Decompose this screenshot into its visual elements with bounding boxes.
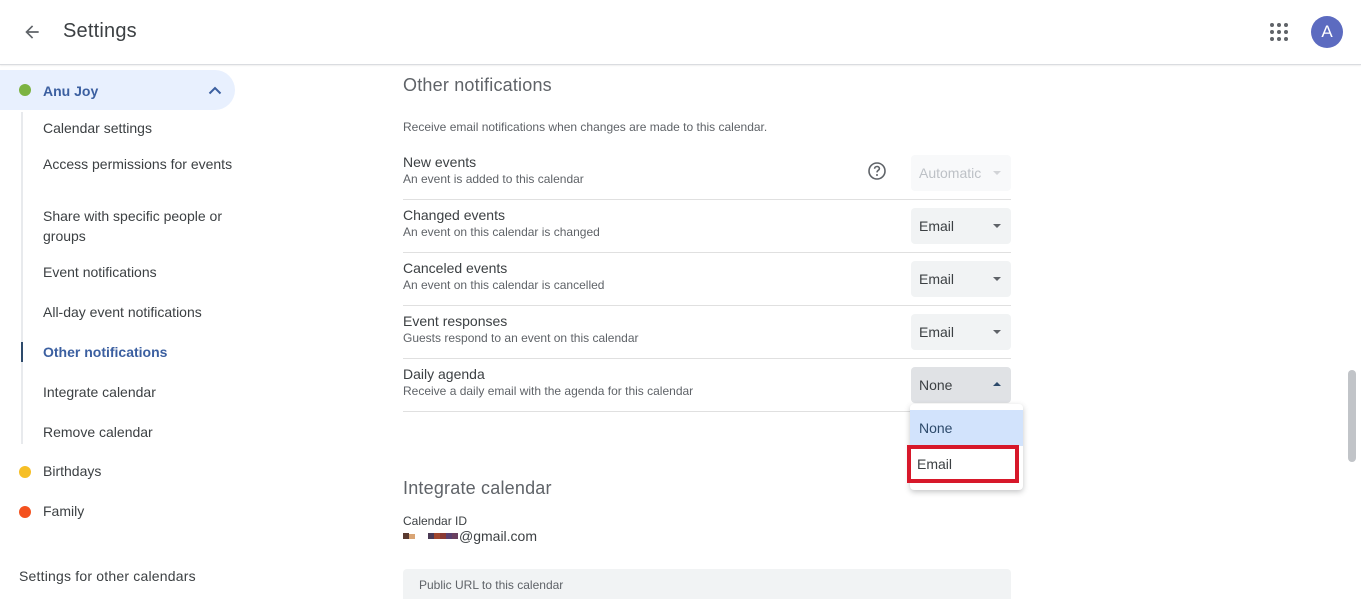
setting-row-new-events: New events An event is added to this cal…: [403, 147, 1011, 200]
dropdown-option-none[interactable]: None: [910, 410, 1023, 446]
sidebar-item-remove-calendar[interactable]: Remove calendar: [43, 422, 233, 442]
calendar-subnav: Calendar settings Access permissions for…: [21, 112, 236, 444]
setting-description: Receive a daily email with the agenda fo…: [403, 384, 694, 398]
calendar-name: Family: [43, 503, 85, 519]
top-bar: Settings A: [0, 0, 1361, 65]
sidebar-calendar-anu-joy[interactable]: Anu Joy: [0, 70, 235, 110]
sidebar-item-access-permissions[interactable]: Access permissions for events: [43, 154, 233, 174]
changed-events-select[interactable]: Email: [911, 208, 1011, 244]
sidebar-item-other-notifications[interactable]: Other notifications: [43, 342, 233, 362]
sidebar-item-share[interactable]: Share with specific people or groups: [43, 206, 233, 246]
calendar-name: Birthdays: [43, 463, 102, 479]
chevron-up-icon: [208, 86, 222, 95]
select-value: Email: [919, 271, 955, 287]
section-title-integrate-calendar: Integrate calendar: [403, 478, 552, 498]
dropdown-caret-icon: [993, 330, 1001, 334]
public-url-field[interactable]: Public URL to this calendar: [403, 569, 1011, 599]
calendar-name: Anu Joy: [43, 83, 99, 99]
section-description: Receive email notifications when changes…: [403, 120, 768, 134]
public-url-label: Public URL to this calendar: [419, 578, 564, 592]
option-label: Email: [917, 456, 953, 472]
setting-label: Canceled events: [403, 260, 508, 276]
redacted-email-prefix: [403, 533, 458, 539]
setting-row-event-responses: Event responses Guests respond to an eve…: [403, 306, 1011, 359]
dropdown-option-email[interactable]: Email: [907, 445, 1019, 483]
other-calendars-heading: Settings for other calendars: [19, 568, 196, 584]
sidebar-item-integrate-calendar[interactable]: Integrate calendar: [43, 382, 233, 402]
dropdown-caret-icon: [993, 277, 1001, 281]
select-value: Automatic: [919, 165, 982, 181]
daily-agenda-select[interactable]: None: [911, 367, 1011, 403]
calendar-color-dot: [19, 84, 31, 96]
setting-description: An event on this calendar is cancelled: [403, 278, 605, 292]
dropdown-caret-icon: [993, 171, 1001, 175]
setting-label: Daily agenda: [403, 366, 485, 382]
sidebar-item-event-notifications[interactable]: Event notifications: [43, 262, 233, 282]
select-value: Email: [919, 324, 955, 340]
page-title: Settings: [63, 20, 137, 42]
select-value: None: [919, 377, 953, 393]
account-avatar[interactable]: A: [1311, 16, 1343, 48]
option-label: None: [919, 420, 953, 436]
sidebar-calendar-family[interactable]: Family: [0, 497, 235, 527]
sidebar-item-calendar-settings[interactable]: Calendar settings: [43, 118, 233, 138]
help-button[interactable]: [867, 161, 887, 181]
apps-button[interactable]: [1264, 17, 1294, 47]
setting-description: An event on this calendar is changed: [403, 225, 600, 239]
setting-label: Changed events: [403, 207, 505, 223]
daily-agenda-dropdown-menu: None Email: [907, 404, 1023, 490]
canceled-events-select[interactable]: Email: [911, 261, 1011, 297]
select-value: Email: [919, 218, 955, 234]
setting-description: Guests respond to an event on this calen…: [403, 331, 639, 345]
calendar-color-dot: [19, 506, 31, 518]
calendar-id-domain: @gmail.com: [459, 528, 538, 544]
dropdown-caret-icon: [993, 224, 1001, 228]
setting-label: Event responses: [403, 313, 508, 329]
active-indicator: [21, 342, 23, 362]
setting-row-changed-events: Changed events An event on this calendar…: [403, 200, 1011, 253]
apps-grid-icon: [1270, 23, 1288, 41]
vertical-scrollbar-thumb[interactable]: [1348, 370, 1356, 462]
section-title-other-notifications: Other notifications: [403, 75, 552, 95]
settings-sidebar: Anu Joy Calendar settings Access permiss…: [0, 66, 260, 593]
event-responses-select[interactable]: Email: [911, 314, 1011, 350]
sidebar-item-all-day-notifications[interactable]: All-day event notifications: [43, 302, 233, 322]
help-icon: [868, 162, 886, 180]
setting-row-canceled-events: Canceled events An event on this calenda…: [403, 253, 1011, 306]
calendar-id-label: Calendar ID: [403, 514, 468, 528]
setting-description: An event is added to this calendar: [403, 172, 584, 186]
dropdown-caret-up-icon: [993, 382, 1001, 386]
calendar-color-dot: [19, 466, 31, 478]
new-events-select: Automatic: [911, 155, 1011, 191]
setting-label: New events: [403, 154, 477, 170]
arrow-back-icon: [25, 25, 39, 39]
sidebar-calendar-birthdays[interactable]: Birthdays: [0, 457, 235, 487]
calendar-id-value: @gmail.com: [403, 528, 537, 544]
back-button[interactable]: [16, 16, 48, 48]
